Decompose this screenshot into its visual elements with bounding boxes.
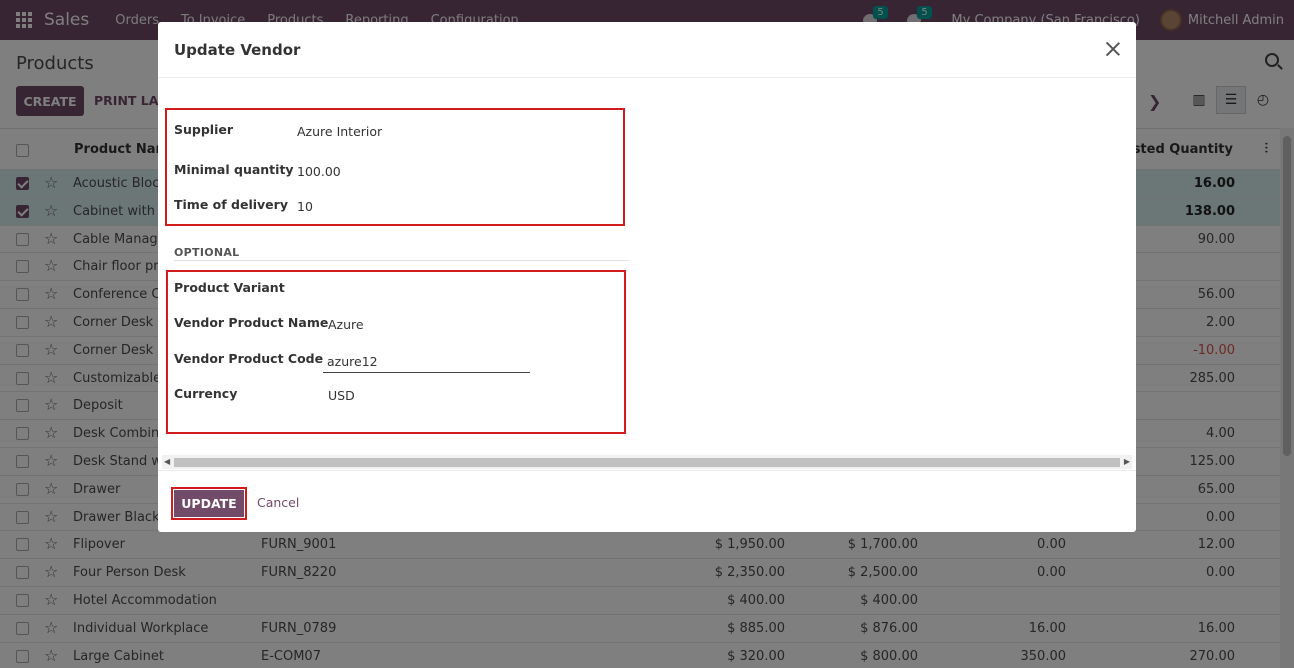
scroll-right-icon[interactable]: ▶: [1124, 457, 1130, 466]
section-divider: [174, 260, 629, 261]
close-icon[interactable]: [1104, 40, 1122, 58]
currency-label: Currency: [174, 386, 238, 401]
vendor-product-code-input[interactable]: [323, 351, 530, 373]
delivery-field[interactable]: 10: [297, 199, 313, 214]
scroll-left-icon[interactable]: ◀: [164, 457, 170, 466]
optional-section-title: OPTIONAL: [174, 246, 240, 259]
update-button[interactable]: UPDATE: [174, 490, 244, 517]
product-variant-label: Product Variant: [174, 280, 285, 295]
dialog-horizontal-scrollbar[interactable]: ◀ ▶: [162, 455, 1132, 469]
vendor-product-name-field[interactable]: Azure: [328, 317, 364, 332]
delivery-label: Time of delivery: [174, 197, 288, 212]
currency-field[interactable]: USD: [328, 388, 355, 403]
supplier-label: Supplier: [174, 122, 234, 137]
vendor-product-name-label: Vendor Product Name: [174, 315, 329, 330]
update-vendor-dialog: Update Vendor Supplier Azure Interior Mi…: [158, 22, 1136, 532]
cancel-button[interactable]: Cancel: [257, 495, 299, 510]
supplier-field[interactable]: Azure Interior: [297, 124, 382, 139]
modal-header: Update Vendor: [158, 22, 1136, 78]
modal-title: Update Vendor: [174, 41, 301, 59]
min-qty-field[interactable]: 100.00: [297, 164, 341, 179]
modal-footer: UPDATE Cancel: [158, 470, 1136, 532]
vendor-product-code-label: Vendor Product Code: [174, 351, 324, 366]
min-qty-label: Minimal quantity: [174, 162, 294, 177]
